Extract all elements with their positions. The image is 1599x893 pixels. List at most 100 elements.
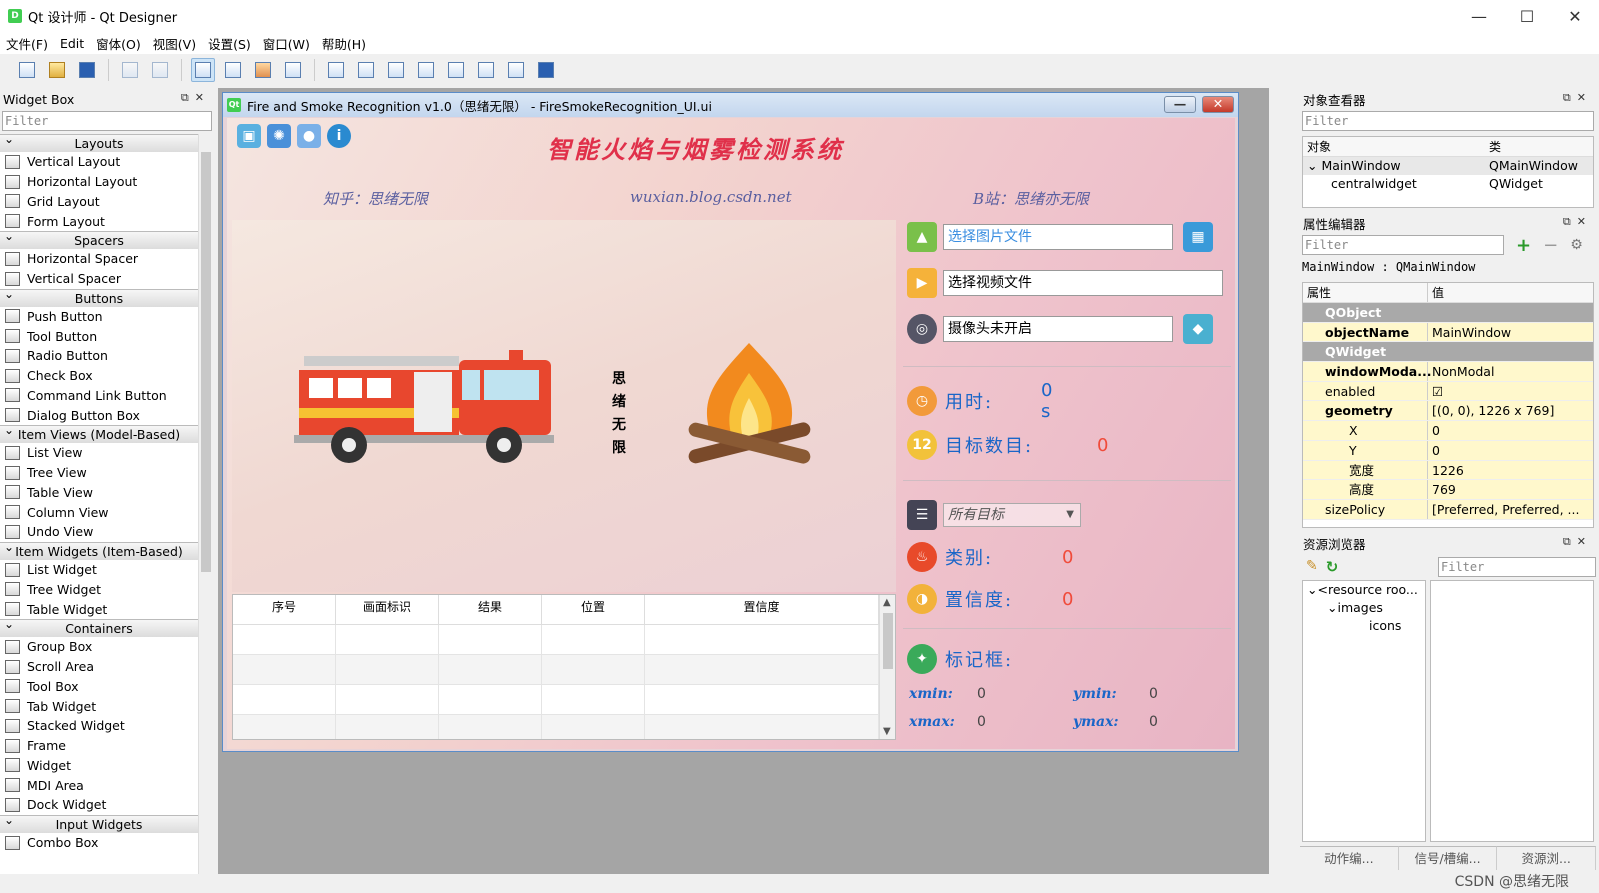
widget-item[interactable]: Tree Widget	[0, 580, 198, 600]
copy-icon[interactable]	[118, 58, 142, 82]
layout-vertical-icon[interactable]	[354, 58, 378, 82]
layout-form-icon[interactable]	[474, 58, 498, 82]
property-row[interactable]: geometry [(0, 0), 1226 x 769]	[1303, 401, 1593, 422]
close-button[interactable]: ✕	[1551, 0, 1599, 32]
save-icon[interactable]	[75, 58, 99, 82]
property-row[interactable]: 高度 769	[1303, 480, 1593, 500]
widget-item[interactable]: Frame	[0, 736, 198, 756]
results-table[interactable]: 序号 画面标识 结果 位置 置信度 ▲ ▼	[232, 594, 896, 740]
header-result[interactable]: 结果	[439, 595, 542, 624]
table-scrollbar[interactable]: ▲ ▼	[879, 595, 895, 739]
tree-row[interactable]: ⌄ images	[1303, 599, 1425, 617]
widget-item[interactable]: Widget	[0, 756, 198, 776]
dock-buttons[interactable]: ⧉✕	[1563, 535, 1592, 549]
property-row[interactable]: windowModa... NonModal	[1303, 362, 1593, 382]
widget-item[interactable]: Tree View	[0, 463, 198, 483]
menu-form[interactable]: 窗体(O)	[90, 34, 147, 53]
category-header[interactable]: Spacers	[0, 228, 198, 249]
tab-action-editor[interactable]: 动作编...	[1300, 846, 1399, 870]
widget-item[interactable]: Horizontal Layout	[0, 172, 198, 192]
object-inspector-filter[interactable]: Filter	[1302, 111, 1594, 131]
tab-resource-browser[interactable]: 资源浏...	[1497, 846, 1597, 870]
menu-window[interactable]: 窗口(W)	[257, 34, 316, 53]
edit-tab-order-icon[interactable]	[281, 58, 305, 82]
widget-item[interactable]: Dock Widget	[0, 795, 198, 815]
layout-splitter-v-icon[interactable]	[414, 58, 438, 82]
menu-edit[interactable]: Edit	[54, 36, 90, 51]
menu-view[interactable]: 视图(V)	[147, 34, 202, 53]
tab-signal-slot-editor[interactable]: 信号/槽编...	[1398, 846, 1498, 870]
widget-item[interactable]: Group Box	[0, 637, 198, 657]
dock-buttons[interactable]: ⧉✕	[1563, 91, 1592, 105]
property-row[interactable]: 宽度 1226	[1303, 460, 1593, 481]
property-table[interactable]: 属性 值 QObject objectName MainWindow QWidget w…	[1302, 282, 1594, 528]
cube-icon[interactable]: ◆	[1183, 314, 1213, 344]
widget-item[interactable]: Stacked Widget	[0, 716, 198, 736]
resource-list[interactable]	[1430, 580, 1594, 842]
layout-splitter-h-icon[interactable]	[384, 58, 408, 82]
widget-item[interactable]: Undo View	[0, 522, 198, 542]
menu-file[interactable]: 文件(F)	[0, 34, 54, 53]
table-row[interactable]	[233, 715, 895, 739]
target-combo[interactable]: 所有目标 ▼	[943, 503, 1081, 527]
open-image-icon[interactable]: ▦	[1183, 222, 1213, 252]
widget-item[interactable]: Scroll Area	[0, 657, 198, 677]
configure-icon[interactable]: ⚙	[1570, 237, 1583, 253]
tree-row[interactable]: centralwidget QWidget	[1303, 175, 1593, 193]
category-header[interactable]: Containers	[0, 616, 198, 637]
widget-item[interactable]: List Widget	[0, 560, 198, 580]
col-value[interactable]: 值	[1428, 283, 1593, 302]
widget-item[interactable]: Table Widget	[0, 599, 198, 619]
menu-settings[interactable]: 设置(S)	[202, 34, 257, 53]
property-row[interactable]: objectName MainWindow	[1303, 322, 1593, 343]
property-filter[interactable]: Filter	[1302, 235, 1504, 255]
widget-item[interactable]: List View	[0, 443, 198, 463]
property-row[interactable]: X0	[1303, 421, 1593, 441]
col-property[interactable]: 属性	[1303, 283, 1428, 302]
widget-item[interactable]: Dialog Button Box	[0, 405, 198, 425]
header-confidence[interactable]: 置信度	[645, 595, 879, 624]
table-row[interactable]	[233, 685, 895, 715]
header-position[interactable]: 位置	[542, 595, 645, 624]
select-image-field[interactable]: 选择图片文件	[943, 224, 1173, 250]
widget-box-filter[interactable]: Filter	[2, 111, 212, 131]
resource-tree[interactable]: ⌄ <resource roo... ⌄ images icons	[1302, 580, 1426, 842]
tree-row[interactable]: icons	[1303, 617, 1425, 635]
widget-item[interactable]: Tab Widget	[0, 696, 198, 716]
tree-row[interactable]: ⌄ <resource roo...	[1303, 581, 1425, 599]
widget-item[interactable]: Tool Button	[0, 326, 198, 346]
property-row[interactable]: Y0	[1303, 440, 1593, 461]
layout-horizontal-icon[interactable]	[324, 58, 348, 82]
edit-signals-icon[interactable]	[221, 58, 245, 82]
remove-property-icon[interactable]: −	[1543, 235, 1558, 256]
widget-item[interactable]: Column View	[0, 502, 198, 522]
widget-item[interactable]: Combo Box	[0, 833, 198, 853]
edit-widgets-icon[interactable]	[191, 58, 215, 82]
add-property-icon[interactable]: +	[1516, 235, 1531, 256]
widget-item[interactable]: Table View	[0, 483, 198, 503]
widget-item[interactable]: Check Box	[0, 366, 198, 386]
edit-buddies-icon[interactable]	[251, 58, 275, 82]
form-close-button[interactable]: ✕	[1202, 96, 1234, 113]
widget-item[interactable]: MDI Area	[0, 775, 198, 795]
layout-grid-icon[interactable]	[444, 58, 468, 82]
category-header[interactable]: Layouts	[0, 134, 198, 152]
widget-item[interactable]: Radio Button	[0, 346, 198, 366]
resource-filter[interactable]: Filter	[1438, 557, 1596, 577]
break-layout-icon[interactable]	[504, 58, 528, 82]
property-row[interactable]: QObject	[1303, 303, 1593, 323]
col-object[interactable]: 对象	[1303, 137, 1489, 156]
property-row[interactable]: QWidget	[1303, 342, 1593, 363]
dock-buttons[interactable]: ⧉✕	[1563, 215, 1592, 229]
widget-item[interactable]: Horizontal Spacer	[0, 249, 198, 269]
table-row[interactable]	[233, 625, 895, 655]
property-row[interactable]: enabled ☑	[1303, 381, 1593, 402]
scroll-up-icon[interactable]: ▲	[883, 597, 891, 608]
new-file-icon[interactable]	[15, 58, 39, 82]
widget-box-scrollbar[interactable]	[198, 134, 212, 874]
header-frame[interactable]: 画面标识	[336, 595, 439, 624]
tree-row[interactable]: ⌄ MainWindow QMainWindow	[1303, 157, 1593, 175]
form-minimize-button[interactable]: —	[1164, 96, 1196, 113]
object-tree[interactable]: 对象 类 ⌄ MainWindow QMainWindow centralwid…	[1302, 136, 1594, 208]
open-file-icon[interactable]	[45, 58, 69, 82]
